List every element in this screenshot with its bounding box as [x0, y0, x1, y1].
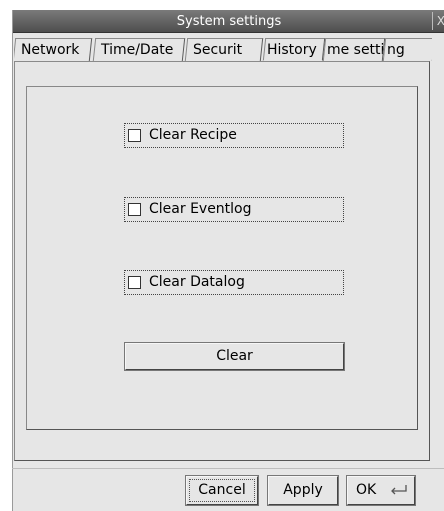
clear-recipe-checkbox-row[interactable]: Clear Recipe [124, 123, 344, 148]
clear-button-label: Clear [216, 348, 253, 364]
clear-eventlog-checkbox-row[interactable]: Clear Eventlog [124, 197, 344, 222]
clear-eventlog-label: Clear Eventlog [149, 201, 252, 217]
tab-overflow[interactable]: ng [382, 38, 432, 61]
tab-label: me setting [326, 42, 386, 58]
cancel-button[interactable]: Cancel [185, 475, 259, 506]
ok-button-label: OK [356, 482, 377, 498]
apply-button-label: Apply [283, 482, 323, 498]
tab-label: Network [20, 42, 80, 58]
clear-button[interactable]: Clear [124, 342, 345, 371]
title-bar[interactable]: System settings X [13, 10, 444, 33]
clear-recipe-checkbox[interactable] [128, 129, 141, 142]
tab-time-setting[interactable]: me setting [322, 38, 386, 61]
footer-separator [12, 468, 444, 469]
tab-history[interactable]: History [262, 38, 326, 61]
clear-datalog-checkbox-row[interactable]: Clear Datalog [124, 270, 344, 295]
clear-eventlog-checkbox[interactable] [128, 203, 141, 216]
clear-datalog-checkbox[interactable] [128, 276, 141, 289]
clear-datalog-label: Clear Datalog [149, 274, 245, 290]
cancel-button-label: Cancel [198, 482, 246, 498]
apply-button[interactable]: Apply [267, 475, 339, 506]
tab-network[interactable]: Network [14, 38, 93, 61]
window-title: System settings [176, 14, 282, 29]
clear-recipe-label: Clear Recipe [149, 127, 237, 143]
ok-button[interactable]: OK [346, 475, 416, 506]
tab-time-date[interactable]: Time/Date [92, 38, 186, 61]
tab-label: Securit [192, 42, 243, 58]
tab-label: History [266, 42, 317, 58]
tab-security[interactable]: Securit [184, 38, 264, 61]
tab-label: ng [386, 42, 405, 58]
enter-key-icon [391, 485, 407, 495]
close-icon[interactable]: X [432, 12, 444, 30]
tab-label: Time/Date [100, 42, 174, 58]
tab-bar: Network Time/Date Securit History me set… [14, 38, 432, 62]
